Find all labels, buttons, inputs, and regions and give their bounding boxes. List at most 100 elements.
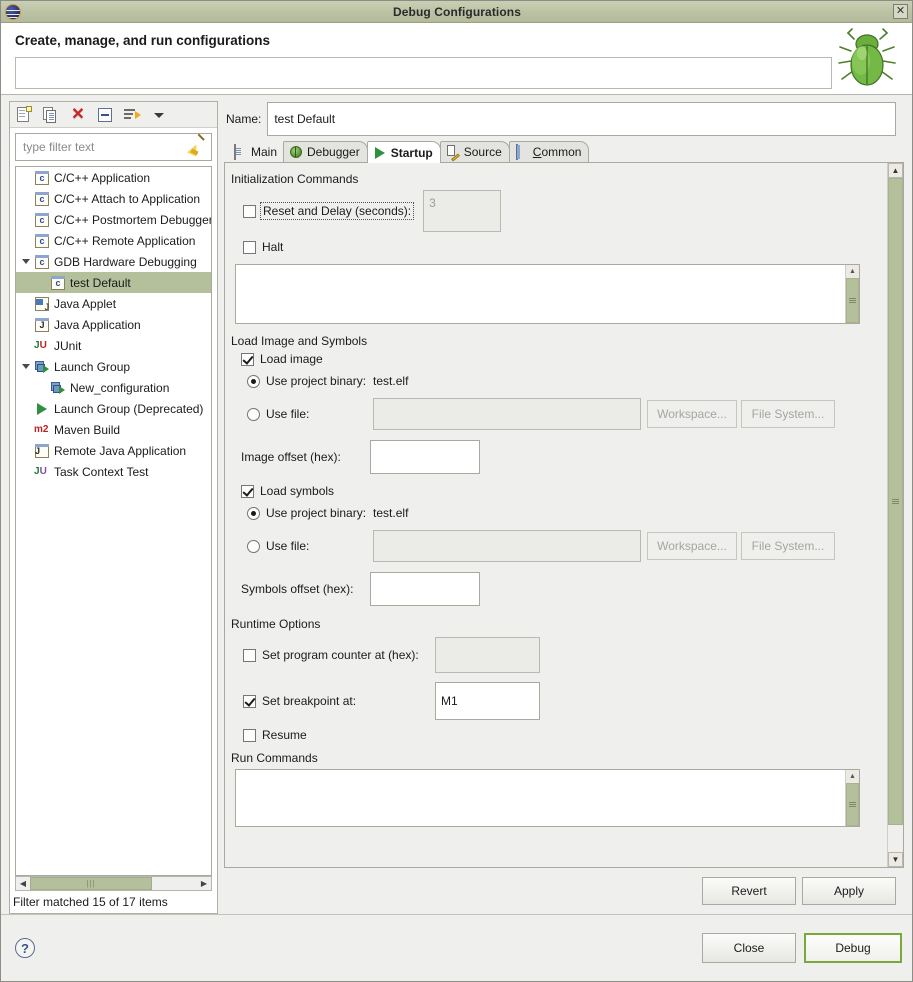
hscroll-thumb[interactable]: ||| [30, 877, 152, 890]
runtime-options-group-label: Runtime Options [231, 617, 321, 631]
load-symbols-checkbox[interactable] [241, 484, 254, 498]
tab-startup[interactable]: Startup [366, 141, 441, 163]
tab-label: Debugger [307, 145, 360, 159]
chevron-down-icon[interactable] [150, 106, 168, 124]
close-button[interactable]: Close [702, 933, 796, 963]
play-icon [34, 401, 50, 417]
tree-item-launch-group[interactable]: Launch Group [16, 356, 211, 377]
filter-input[interactable]: type filter text [15, 133, 212, 161]
symbols-offset-input[interactable] [370, 572, 480, 606]
image-filesystem-button[interactable]: File System... [741, 400, 835, 428]
tree-item-test-default[interactable]: test Default [16, 272, 211, 293]
tab-label: Startup [390, 145, 433, 160]
init-commands-textarea[interactable] [236, 265, 845, 323]
tree-item-gdb-hardware-debugging[interactable]: GDB Hardware Debugging [16, 251, 211, 272]
set-breakpoint-checkbox[interactable] [243, 694, 256, 708]
halt-checkbox[interactable] [243, 240, 256, 254]
tree-item-c-postmortem[interactable]: C/C++ Postmortem Debugger [16, 209, 211, 230]
symbols-use-project-binary-radio[interactable] [247, 506, 260, 520]
tab-debugger[interactable]: Debugger [283, 141, 368, 162]
maven-icon: m2 [34, 423, 49, 435]
image-offset-input[interactable] [370, 440, 480, 474]
apply-button[interactable]: Apply [802, 877, 896, 905]
duplicate-pages-icon[interactable] [42, 106, 60, 124]
scroll-thumb[interactable] [846, 783, 859, 826]
tab-main[interactable]: Main [228, 141, 284, 162]
startup-tab-panel: Initialization Commands Reset and Delay … [225, 163, 887, 867]
scroll-track[interactable] [846, 278, 859, 323]
name-input[interactable]: test Default [267, 102, 896, 136]
bug-icon [289, 145, 303, 159]
image-file-input[interactable] [373, 398, 641, 430]
tree-item-task-context-test[interactable]: JU Task Context Test [16, 461, 211, 482]
new-page-icon[interactable] [15, 106, 33, 124]
tree-item-maven-build[interactable]: m2 Maven Build [16, 419, 211, 440]
set-program-counter-checkbox[interactable] [243, 648, 256, 662]
resume-checkbox[interactable] [243, 728, 256, 742]
configurations-pane: ✕ type filter text C [9, 101, 218, 914]
launch-group-icon [34, 359, 50, 375]
symbols-workspace-button[interactable]: Workspace... [647, 532, 737, 560]
hscroll-track[interactable]: ||| [30, 877, 197, 890]
image-workspace-button[interactable]: Workspace... [647, 400, 737, 428]
tree-item-label: Task Context Test [54, 464, 149, 479]
reset-delay-seconds-input[interactable]: 3 [423, 190, 502, 232]
breakpoint-input[interactable]: M1 [435, 682, 540, 720]
window-close-icon[interactable]: ✕ [893, 4, 908, 19]
init-commands-textarea-wrapper: ▲ [235, 264, 860, 324]
arrow-up-icon[interactable]: ▲ [888, 163, 903, 178]
arrow-right-icon[interactable]: ▶ [197, 877, 211, 890]
image-use-file-label: Use file: [266, 407, 310, 421]
reset-and-delay-checkbox[interactable] [243, 204, 256, 218]
symbols-use-file-radio[interactable] [247, 539, 260, 553]
configurations-tree[interactable]: C/C++ Application C/C++ Attach to Applic… [15, 166, 212, 876]
common-table-icon [515, 144, 529, 160]
tree-item-remote-java-application[interactable]: Remote Java Application [16, 440, 211, 461]
image-use-project-binary-label: Use project binary: [266, 374, 367, 388]
arrow-up-icon[interactable]: ▲ [846, 770, 859, 783]
reset-and-delay-label: Reset and Delay (seconds): [260, 202, 415, 220]
tab-common[interactable]: Common [508, 141, 590, 162]
symbols-file-input[interactable] [373, 530, 641, 562]
debug-button[interactable]: Debug [804, 933, 902, 963]
tab-label: Main [251, 144, 278, 159]
java-applet-icon [34, 296, 50, 312]
source-pencil-icon [446, 145, 460, 162]
tree-item-launch-group-deprecated[interactable]: Launch Group (Deprecated) [16, 398, 211, 419]
tree-item-c-application[interactable]: C/C++ Application [16, 167, 211, 188]
panel-vertical-scrollbar[interactable]: ▲ ▼ [887, 163, 903, 867]
arrow-up-icon[interactable]: ▲ [846, 265, 859, 278]
load-image-checkbox[interactable] [241, 352, 254, 366]
run-commands-scrollbar[interactable]: ▲ [845, 770, 859, 826]
image-use-project-binary-radio[interactable] [247, 374, 260, 388]
tree-item-java-applet[interactable]: Java Applet [16, 293, 211, 314]
tree-horizontal-scrollbar[interactable]: ◀ ||| ▶ [15, 876, 212, 891]
arrow-left-icon[interactable]: ◀ [16, 877, 30, 890]
tree-item-c-remote[interactable]: C/C++ Remote Application [16, 230, 211, 251]
scroll-track[interactable] [846, 783, 859, 826]
scroll-thumb[interactable] [846, 278, 859, 323]
init-commands-group-label: Initialization Commands [231, 172, 359, 186]
collapse-all-icon[interactable] [96, 106, 114, 124]
broom-icon[interactable] [187, 133, 206, 157]
tree-item-java-application[interactable]: Java Application [16, 314, 211, 335]
expand-twisty-icon[interactable] [18, 364, 34, 369]
tree-item-label: JUnit [54, 338, 82, 353]
help-question-icon[interactable]: ? [15, 938, 35, 958]
red-x-delete-icon[interactable]: ✕ [69, 106, 87, 124]
arrow-down-icon[interactable]: ▼ [888, 852, 903, 867]
expand-twisty-icon[interactable] [18, 259, 34, 264]
run-commands-textarea[interactable] [236, 770, 845, 826]
symbols-filesystem-button[interactable]: File System... [741, 532, 835, 560]
image-use-file-radio[interactable] [247, 407, 260, 421]
vscroll-thumb[interactable] [888, 178, 903, 826]
program-counter-input[interactable] [435, 637, 540, 673]
filter-arrow-icon[interactable] [123, 106, 141, 124]
revert-button[interactable]: Revert [702, 877, 796, 905]
init-commands-scrollbar[interactable]: ▲ [845, 265, 859, 323]
tab-source[interactable]: Source [439, 141, 510, 162]
tree-item-junit[interactable]: JU JUnit [16, 335, 211, 356]
tree-item-new-configuration[interactable]: New_configuration [16, 377, 211, 398]
vscroll-track[interactable] [888, 178, 903, 852]
tree-item-c-attach[interactable]: C/C++ Attach to Application [16, 188, 211, 209]
